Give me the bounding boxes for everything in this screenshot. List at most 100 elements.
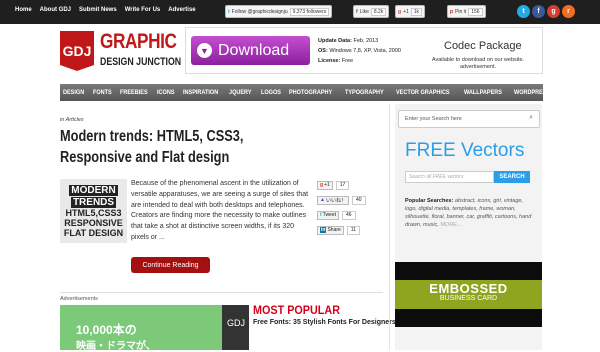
- top-nav: Home About GDJ Submit News Write For Us …: [15, 7, 196, 13]
- tweet-count: 46: [342, 210, 356, 220]
- gplus-share-label: +1: [324, 182, 330, 188]
- menu-inspiration[interactable]: INSPIRATION: [183, 89, 218, 96]
- download-arrow-icon: ▼: [197, 43, 212, 58]
- topnav-home[interactable]: Home: [15, 7, 32, 13]
- menu-icons[interactable]: ICONS: [157, 89, 175, 96]
- most-popular-item[interactable]: Free Fonts: 35 Stylish Fonts For Designe…: [253, 318, 396, 327]
- share-tweet[interactable]: t Tweet 46: [317, 210, 356, 220]
- most-popular-thumbnail[interactable]: GDJ: [222, 305, 249, 350]
- menu-jquery[interactable]: JQUERY: [229, 89, 252, 96]
- menu-freebies[interactable]: FREEBIES: [120, 89, 148, 96]
- plus-count: 1k: [410, 7, 423, 16]
- free-vectors-logo[interactable]: FREE Vectors: [405, 140, 524, 162]
- like-share-button[interactable]: ▲ いいね！: [317, 195, 349, 205]
- divider: [60, 292, 383, 293]
- share-like[interactable]: ▲ いいね！ 40: [317, 195, 366, 205]
- download-button[interactable]: ▼ Download: [191, 36, 310, 65]
- license-label: License:: [318, 58, 341, 64]
- menu-wallpapers[interactable]: WALLPAPERS: [464, 89, 502, 96]
- update-value: Feb, 2013: [353, 38, 379, 44]
- topnav-submit-news[interactable]: Submit News: [79, 7, 117, 13]
- ad-product-name: Codec Package: [444, 40, 522, 52]
- promo-banner[interactable]: 10,000本の 映画・ドラマが、: [60, 305, 222, 352]
- twitter-follow-label: Follow @graphicdesignju: [231, 8, 288, 15]
- search-placeholder: Enter your Search here: [405, 116, 462, 122]
- menu-typography[interactable]: TYPOGRAPHY: [345, 89, 384, 96]
- pinterest-icon: p: [450, 8, 454, 15]
- tweet-button[interactable]: t Tweet: [317, 210, 340, 220]
- fv-logo-a: FREE: [405, 140, 461, 161]
- os-label: OS:: [318, 48, 328, 54]
- rss-icon[interactable]: r: [562, 5, 575, 18]
- pin-label: Pin it: [455, 8, 467, 15]
- thumb-line-2: TRENDS: [70, 196, 117, 208]
- googleplus-icon[interactable]: g: [547, 5, 560, 18]
- menu-fonts[interactable]: FONTS: [93, 89, 112, 96]
- plus-label: +1: [403, 8, 409, 15]
- menu-photography[interactable]: PHOTOGRAPHY: [289, 89, 332, 96]
- search-input[interactable]: Enter your Search here ⌕: [398, 110, 540, 128]
- like-count: 8.2k: [370, 7, 387, 16]
- twitter-bird-small-icon: t: [320, 212, 322, 218]
- googleplus-icon: g: [398, 8, 402, 15]
- more-link[interactable]: MORE...: [440, 222, 461, 228]
- os-value: Windows 7,8, XP, Vista, 2000: [329, 48, 401, 54]
- menu-logos[interactable]: LOGOS: [261, 89, 281, 96]
- pin-count: 156: [468, 7, 483, 16]
- linkedin-share-button[interactable]: in Share: [317, 225, 344, 235]
- continue-reading-button[interactable]: Continue Reading: [131, 257, 210, 273]
- thumb-line-3: HTML5,CSS3: [65, 207, 122, 218]
- gplus-share-count: 17: [335, 180, 350, 190]
- twitter-follow-button[interactable]: t Follow @graphicdesignju 9,373 follower…: [225, 5, 333, 18]
- fv-search-button[interactable]: SEARCH: [494, 171, 530, 183]
- free-vectors-search: Search all FREE vectors SEARCH: [405, 171, 530, 183]
- linkedin-share-count: 11: [346, 225, 360, 235]
- download-label: Download: [218, 41, 290, 59]
- embossed-business-card-ad[interactable]: EMBOSSED BUSINESS CARD: [395, 262, 542, 327]
- menu-design[interactable]: DESIGN: [63, 89, 84, 96]
- menu-vector-graphics[interactable]: VECTOR GRAPHICS: [396, 89, 450, 96]
- search-icon[interactable]: ⌕: [529, 114, 533, 122]
- twitter-icon[interactable]: t: [517, 5, 530, 18]
- gplus-icon: g: [320, 182, 324, 188]
- ad-product-sub: Available to download on our website. ad…: [431, 57, 525, 70]
- fv-logo-b: Vectors: [460, 140, 525, 161]
- topnav-about[interactable]: About GDJ: [40, 7, 71, 13]
- article-excerpt: Because of the phenomenal ascent in the …: [131, 180, 309, 241]
- facebook-icon[interactable]: f: [532, 5, 545, 18]
- tweet-label: Tweet: [322, 212, 337, 218]
- like-share-count: 40: [351, 195, 366, 205]
- pinterest-button[interactable]: p Pin it 156: [447, 5, 486, 18]
- thumb-line-5: FLAT DESIGN: [63, 227, 124, 238]
- twitter-bird-icon: t: [228, 8, 230, 15]
- linkedin-icon: in: [320, 227, 327, 233]
- article-thumbnail[interactable]: MODERN TRENDS HTML5,CSS3 RESPONSIVE FLAT…: [60, 179, 127, 243]
- ad-banner[interactable]: ▼ Download Update Data: Feb, 2013 OS: Wi…: [185, 27, 543, 74]
- embossed-subtitle: BUSINESS CARD: [439, 295, 498, 302]
- like-label: Like: [359, 8, 369, 15]
- logo-subtitle[interactable]: DESIGN JUNCTION: [100, 56, 181, 68]
- topnav-advertise[interactable]: Advertise: [168, 7, 195, 13]
- main-menu: DESIGN FONTS FREEBIES ICONS INSPIRATION …: [60, 84, 574, 101]
- fv-search-input[interactable]: Search all FREE vectors: [405, 171, 494, 183]
- embossed-title: EMBOSSED: [429, 281, 508, 296]
- share-linkedin[interactable]: in Share 11: [317, 225, 360, 235]
- topnav-write-for-us[interactable]: Write For Us: [125, 7, 161, 13]
- gplus-share-button[interactable]: g +1: [317, 180, 333, 190]
- googleplus-button[interactable]: g +1 1k: [395, 5, 426, 18]
- facebook-glyph: f: [537, 8, 540, 15]
- article-title[interactable]: Modern trends: HTML5, CSS3, Responsive a…: [60, 126, 316, 168]
- share-gplus[interactable]: g +1 17: [317, 180, 350, 190]
- popular-searches: Popular Searches: abstract, icons, girl,…: [405, 197, 533, 229]
- most-popular-heading: MOST POPULAR: [253, 303, 341, 317]
- ad-info: Update Data: Feb, 2013 OS: Windows 7,8, …: [318, 36, 401, 66]
- facebook-like-button[interactable]: f Like 8.2k: [353, 5, 390, 18]
- facebook-icon: f: [356, 8, 358, 15]
- googleplus-glyph: g: [551, 8, 556, 15]
- sidebar-rule: [389, 104, 390, 350]
- breadcrumb[interactable]: in Articles: [60, 117, 84, 123]
- menu-wordpress-themes[interactable]: WORDPRESS THEMES: [514, 89, 575, 96]
- promo-line-1: 10,000本の: [76, 323, 137, 337]
- logo-badge[interactable]: GDJ: [60, 31, 94, 71]
- logo-title[interactable]: GRAPHIC: [100, 30, 177, 54]
